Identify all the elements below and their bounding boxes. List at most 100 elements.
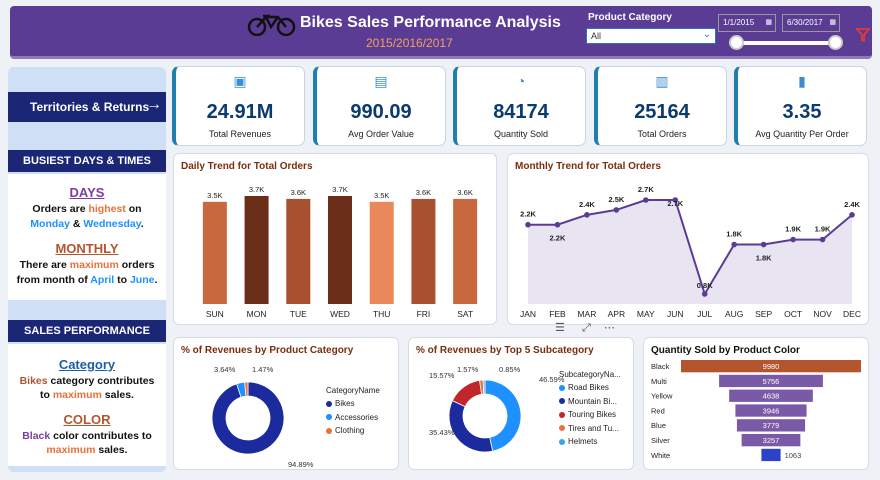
focus-mode-icon[interactable]: ⤢ xyxy=(582,322,591,334)
territories-returns-button[interactable]: Territories & Returns → xyxy=(8,92,166,122)
value-label: 5756 xyxy=(763,377,780,386)
legend-item[interactable]: Road Bikes xyxy=(559,383,609,392)
category-legend-title: CategoryName xyxy=(326,386,380,395)
dashboard-title: Bikes Sales Performance Analysis xyxy=(300,14,561,31)
bar xyxy=(453,198,478,304)
category-label: Blue xyxy=(651,421,666,430)
data-label: 0.8K xyxy=(697,281,713,290)
subcategory-donut-card: % of Revenues by Top 5 Subcategory 46.59… xyxy=(408,337,634,470)
monthly-line-1: There are maximum orders xyxy=(19,259,155,271)
category-line-2: to maximum sales. xyxy=(40,389,134,401)
category-label: Silver xyxy=(651,436,670,445)
legend-label: Mountain Bi... xyxy=(568,396,617,406)
visual-header-toolbar: ☰ ⤢ ⋯ xyxy=(555,321,615,335)
x-tick-label: MAR xyxy=(577,309,596,319)
color-line-2: maximum sales. xyxy=(46,444,128,456)
money-icon: ▣ xyxy=(233,73,247,89)
legend-label: Accessories xyxy=(335,412,379,422)
kpi-total-orders: ▥ 25164 Total Orders xyxy=(594,66,727,146)
funnel-bar xyxy=(761,448,781,462)
legend-swatch xyxy=(326,427,332,434)
category-label: Black xyxy=(651,362,670,371)
x-tick-label: FEB xyxy=(549,309,566,319)
legend-swatch xyxy=(326,414,332,421)
data-label: 1.9K xyxy=(815,225,831,234)
data-label: 2.7K xyxy=(638,185,654,194)
data-point xyxy=(849,212,855,218)
legend-item[interactable]: Clothing xyxy=(326,426,364,435)
slice-label: 1.57% xyxy=(457,365,479,374)
kpi-quantity-sold: ◔ 84174 Quantity Sold xyxy=(453,66,586,146)
data-label: 1.8K xyxy=(726,230,742,239)
legend-label: Helmets xyxy=(568,437,598,446)
days-heading: DAYS xyxy=(69,185,105,200)
legend-item[interactable]: Bikes xyxy=(326,399,355,408)
slice-label: 3.64% xyxy=(214,365,236,374)
monthly-heading: MONTHLY xyxy=(55,241,119,256)
x-tick-label: DEC xyxy=(843,309,861,319)
start-date-value: 1/1/2015 xyxy=(723,18,755,27)
product-category-value: All xyxy=(591,31,602,41)
x-tick-label: TUE xyxy=(290,309,307,319)
legend-label: Tires and Tu... xyxy=(568,423,619,433)
territories-returns-label: Territories & Returns xyxy=(30,100,150,114)
orders-icon: ▥ xyxy=(655,73,669,89)
filter-icon[interactable] xyxy=(855,28,871,46)
value-label: 1063 xyxy=(785,451,802,460)
category-heading: Category xyxy=(58,357,116,372)
slider-end-handle[interactable] xyxy=(828,35,843,50)
category-line-1: Bikes category contributes xyxy=(19,375,155,387)
data-label: 2.7K xyxy=(667,199,683,208)
slider-start-handle[interactable] xyxy=(729,35,744,50)
bar xyxy=(328,196,352,304)
data-point xyxy=(760,241,767,248)
data-label: 2.4K xyxy=(844,200,860,209)
kpi-label: Total Orders xyxy=(637,129,687,139)
end-date-input[interactable]: 6/30/2017 ▦ xyxy=(782,14,840,32)
data-point xyxy=(819,236,826,243)
data-label: 3.5K xyxy=(207,191,222,200)
product-category-dropdown[interactable]: All ⌄ xyxy=(586,28,716,44)
x-tick-label: JAN xyxy=(520,309,536,319)
color-funnel-card: Quantity Sold by Product Color Black 9980… xyxy=(643,337,869,470)
legend-item[interactable]: Helmets xyxy=(559,437,597,446)
legend-item[interactable]: Accessories xyxy=(326,413,378,422)
legend-swatch xyxy=(559,425,565,432)
data-point xyxy=(731,241,737,248)
data-label: 3.6K xyxy=(457,188,472,197)
x-tick-label: APR xyxy=(608,309,625,319)
more-options-icon[interactable]: ⋯ xyxy=(604,322,615,334)
monthly-trend-chart: 2.2K JAN 2.2K FEB 2.4K MAR 2.5K APR 2.7K MAY 2.7K J… xyxy=(520,185,861,319)
bar xyxy=(286,198,311,304)
monthly-line-2: from month of April to June. xyxy=(16,274,158,286)
filter-lines-icon[interactable]: ☰ xyxy=(555,322,565,334)
data-label: 2.5K xyxy=(608,195,624,204)
slice-label: 1.47% xyxy=(252,365,274,374)
kpi-value: 990.09 xyxy=(350,101,412,123)
legend-item[interactable]: Tires and Tu... xyxy=(559,424,619,433)
arrow-right-icon: → xyxy=(146,96,162,113)
legend-item[interactable]: Mountain Bi... xyxy=(559,397,617,406)
category-label: White xyxy=(651,451,670,460)
start-date-input[interactable]: 1/1/2015 ▦ xyxy=(718,14,776,32)
subcategory-legend-title: SubcategoryNa... xyxy=(559,370,621,379)
legend-label: Clothing xyxy=(335,426,365,435)
days-line-1: Orders are highest on xyxy=(32,203,142,215)
x-tick-label: THU xyxy=(373,309,390,319)
bar xyxy=(369,201,394,304)
legend-item[interactable]: Touring Bikes xyxy=(559,410,616,419)
date-range-slider[interactable] xyxy=(736,41,838,45)
legend-label: Bikes xyxy=(335,399,355,408)
busiest-days-header: BUSIEST DAYS & TIMES xyxy=(8,150,166,172)
days-line-2: Monday & Wednesday. xyxy=(30,218,144,230)
data-label: 3.6K xyxy=(416,188,431,197)
x-tick-label: SUN xyxy=(206,309,224,319)
kpi-label: Total Revenues xyxy=(208,129,272,139)
data-label: 3.7K xyxy=(332,185,347,194)
x-tick-label: FRI xyxy=(417,309,431,319)
donut-slice xyxy=(448,400,494,453)
delivery-icon: ◔ xyxy=(516,73,526,89)
x-tick-label: WED xyxy=(330,309,350,319)
product-category-label: Product Category xyxy=(588,12,672,23)
legend-label: Touring Bikes xyxy=(568,410,617,419)
